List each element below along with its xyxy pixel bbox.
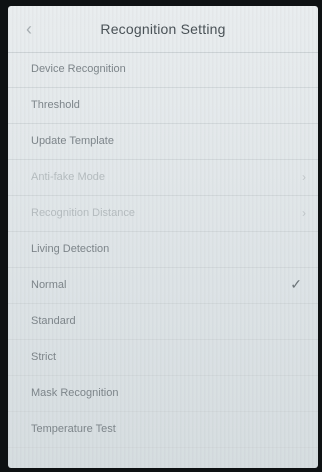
option-label: Standard xyxy=(31,315,76,327)
setting-row-recognition-distance[interactable]: Recognition Distance › xyxy=(8,196,318,232)
option-row-standard[interactable]: Standard xyxy=(8,304,318,340)
option-row-strict[interactable]: Strict xyxy=(8,340,318,376)
setting-label: Threshold xyxy=(31,99,80,111)
setting-row-living-detection: Living Detection xyxy=(8,232,318,268)
option-label: Normal xyxy=(31,279,67,291)
setting-row-temperature-test: Temperature Test xyxy=(8,412,318,448)
living-detection-toggle[interactable] xyxy=(288,243,302,257)
setting-label: Update Template xyxy=(31,135,114,147)
page-title: Recognition Setting xyxy=(100,21,226,37)
option-label: Strict xyxy=(31,351,57,363)
setting-label: Mask Recognition xyxy=(31,387,119,399)
toggle-on-icon xyxy=(291,424,297,436)
recognition-setting-screen: ‹ Recognition Setting Device Recognition… xyxy=(8,6,318,468)
chevron-right-icon: › xyxy=(302,206,306,220)
setting-label: Anti-fake Mode xyxy=(31,171,105,183)
mask-recognition-toggle[interactable] xyxy=(288,387,302,401)
setting-row-mask-recognition: Mask Recognition xyxy=(8,376,318,412)
setting-row-threshold[interactable]: Threshold xyxy=(8,88,318,124)
temperature-test-toggle[interactable] xyxy=(288,423,302,437)
setting-row-anti-fake-mode[interactable]: Anti-fake Mode › xyxy=(8,160,318,196)
toggle-on-icon xyxy=(291,244,297,256)
checkmark-icon: ✓ xyxy=(290,276,302,292)
option-row-normal[interactable]: Normal ✓ xyxy=(8,268,318,304)
setting-row-device-recognition[interactable]: Device Recognition xyxy=(8,52,318,88)
setting-label: Device Recognition xyxy=(31,63,126,75)
toggle-on-icon xyxy=(291,388,297,400)
setting-label: Living Detection xyxy=(31,243,110,255)
setting-label: Temperature Test xyxy=(31,423,116,435)
header-bar: ‹ Recognition Setting xyxy=(8,6,318,53)
chevron-right-icon: › xyxy=(302,170,306,184)
setting-row-update-template[interactable]: Update Template xyxy=(8,124,318,160)
setting-label: Recognition Distance xyxy=(31,207,135,219)
